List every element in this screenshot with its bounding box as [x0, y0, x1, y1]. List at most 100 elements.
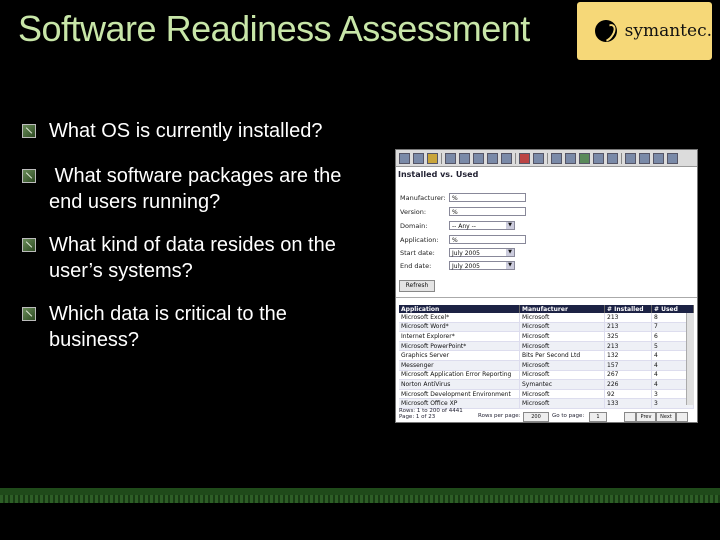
table-row[interactable]: Norton AntiVirus Symantec 226 4 — [399, 379, 694, 390]
cell-manufacturer: Microsoft — [519, 398, 605, 409]
table-row[interactable]: Microsoft PowerPoint* Microsoft 213 5 — [399, 341, 694, 352]
toolbar-icon[interactable] — [413, 152, 424, 164]
toolbar-separator — [621, 152, 622, 164]
column-header-used[interactable]: # Used — [651, 305, 694, 313]
toolbar-icon[interactable] — [579, 152, 590, 164]
bullet-icon — [22, 307, 36, 321]
rows-per-page-select[interactable]: 200 — [523, 412, 549, 422]
table-header-row: Application Manufacturer # Installed # U… — [399, 305, 694, 313]
toolbar-separator — [441, 152, 442, 164]
manufacturer-input[interactable]: % — [449, 193, 526, 202]
toolbar-icon[interactable] — [427, 152, 438, 164]
table-body: Microsoft Excel* Microsoft 213 8 Microsoft W… — [399, 313, 694, 409]
table-row[interactable]: Microsoft Application Error Reporting Mic… — [399, 370, 694, 381]
column-header-manufacturer[interactable]: Manufacturer — [519, 305, 605, 313]
pagination-footer: Rows: 1 to 200 of 4441 Page: 1 of 23 — [399, 408, 463, 420]
domain-select-value: -- Any -- — [452, 223, 476, 230]
toolbar-icon[interactable] — [459, 152, 470, 164]
toolbar-icon[interactable] — [639, 152, 650, 164]
end-date-value: July 2005 — [452, 263, 480, 270]
prev-page-button[interactable]: Prev — [636, 412, 656, 422]
table-row[interactable]: Microsoft Development Environment Microso… — [399, 389, 694, 400]
cell-installed: 226 — [604, 379, 652, 390]
toolbar-icon[interactable] — [607, 152, 618, 164]
bullet-icon — [22, 169, 36, 183]
toolbar-icon[interactable] — [667, 152, 678, 164]
cell-application: Microsoft Development Environment — [399, 389, 520, 400]
toolbar-separator — [515, 152, 516, 164]
cell-application: Graphics Server — [399, 350, 520, 361]
cell-installed: 213 — [604, 341, 652, 352]
cell-application: Microsoft PowerPoint* — [399, 341, 520, 352]
cell-manufacturer: Symantec — [519, 379, 605, 390]
cell-application: Microsoft Word* — [399, 322, 520, 333]
cell-application: Internet Explorer* — [399, 331, 520, 342]
cell-manufacturer: Microsoft — [519, 389, 605, 400]
bullet-icon — [22, 238, 36, 252]
cell-installed: 92 — [604, 389, 652, 400]
table-row[interactable]: Messenger Microsoft 157 4 — [399, 360, 694, 371]
cell-installed: 132 — [604, 350, 652, 361]
symantec-logo: symantec. — [577, 2, 712, 60]
last-page-button[interactable] — [676, 412, 688, 422]
chevron-down-icon: ▼ — [506, 222, 514, 229]
application-label: Application: — [400, 236, 439, 244]
cell-installed: 133 — [604, 398, 652, 409]
domain-select[interactable]: -- Any -- ▼ — [449, 221, 515, 230]
cell-installed: 213 — [604, 313, 652, 323]
version-label: Version: — [400, 208, 427, 216]
cell-application: Microsoft Office XP — [399, 398, 520, 409]
start-date-value: July 2005 — [452, 250, 480, 257]
cell-application: Microsoft Excel* — [399, 313, 520, 323]
report-screenshot: Installed vs. Used Manufacturer: % Versi… — [395, 149, 698, 423]
delete-icon[interactable] — [519, 152, 530, 164]
installed-vs-used-table: Application Manufacturer # Installed # U… — [399, 305, 694, 409]
print-icon[interactable] — [653, 152, 664, 164]
first-page-button[interactable] — [624, 412, 636, 422]
end-date-label: End date: — [400, 262, 432, 270]
column-header-installed[interactable]: # Installed — [604, 305, 652, 313]
bullet-text: Which data is critical to the business? — [49, 303, 287, 351]
report-title: Installed vs. Used — [398, 170, 479, 179]
table-scrollbar[interactable] — [686, 313, 694, 405]
start-date-select[interactable]: July 2005 ▼ — [449, 248, 515, 257]
toolbar-icon[interactable] — [445, 152, 456, 164]
table-row[interactable]: Microsoft Office XP Microsoft 133 3 — [399, 398, 694, 409]
toolbar-icon[interactable] — [501, 152, 512, 164]
cell-manufacturer: Microsoft — [519, 331, 605, 342]
table-row[interactable]: Internet Explorer* Microsoft 325 6 — [399, 331, 694, 342]
toolbar-icon[interactable] — [565, 152, 576, 164]
refresh-button[interactable]: Refresh — [399, 280, 435, 292]
cell-installed: 267 — [604, 370, 652, 381]
search-icon[interactable] — [551, 152, 562, 164]
symantec-logo-icon — [595, 20, 617, 42]
cell-installed: 213 — [604, 322, 652, 333]
manufacturer-label: Manufacturer: — [400, 194, 446, 202]
goto-page-label: Go to page: — [552, 413, 585, 419]
toolbar-icon[interactable] — [593, 152, 604, 164]
column-header-application[interactable]: Application — [399, 305, 520, 313]
version-input[interactable]: % — [449, 207, 526, 216]
table-row[interactable]: Microsoft Word* Microsoft 213 7 — [399, 322, 694, 333]
application-input[interactable]: % — [449, 235, 526, 244]
save-icon[interactable] — [487, 152, 498, 164]
cell-application: Microsoft Application Error Reporting — [399, 370, 520, 381]
help-icon[interactable] — [625, 152, 636, 164]
bullet-icon — [22, 124, 36, 138]
start-date-label: Start date: — [400, 249, 435, 257]
next-page-button[interactable]: Next — [656, 412, 676, 422]
cell-application: Messenger — [399, 360, 520, 371]
end-date-select[interactable]: July 2005 ▼ — [449, 261, 515, 270]
divider — [396, 297, 697, 298]
toolbar-icon[interactable] — [473, 152, 484, 164]
cell-manufacturer: Microsoft — [519, 370, 605, 381]
footer-band — [0, 488, 720, 495]
table-row[interactable]: Microsoft Excel* Microsoft 213 8 — [399, 313, 694, 323]
table-row[interactable]: Graphics Server Bits Per Second Ltd 132 4 — [399, 350, 694, 361]
toolbar-icon[interactable] — [533, 152, 544, 164]
cell-manufacturer: Bits Per Second Ltd — [519, 350, 605, 361]
cell-installed: 157 — [604, 360, 652, 371]
cell-application: Norton AntiVirus — [399, 379, 520, 390]
toolbar-icon[interactable] — [399, 152, 410, 164]
goto-page-select[interactable]: 1 — [589, 412, 607, 422]
